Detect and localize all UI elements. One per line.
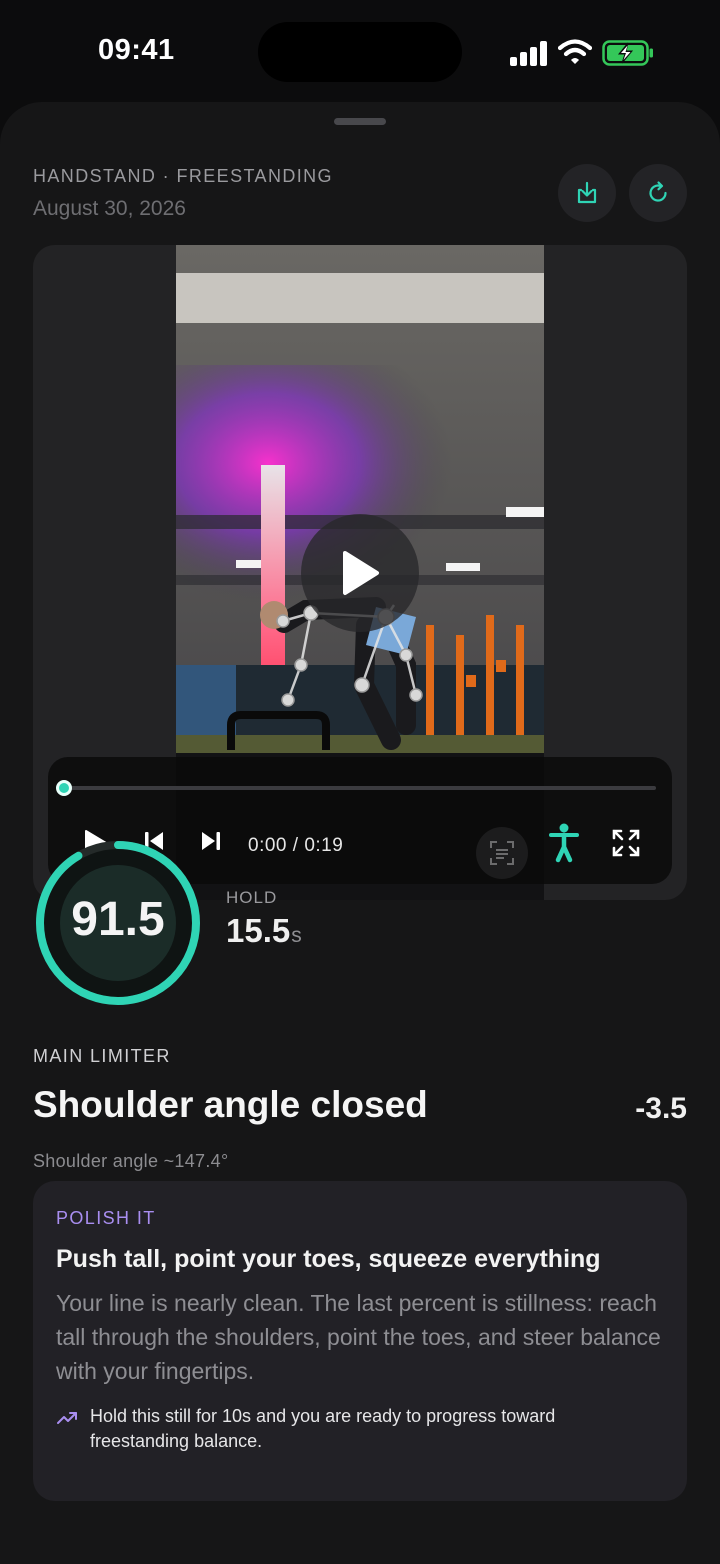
main-limiter-kicker: MAIN LIMITER: [33, 1046, 171, 1066]
score-value: 91.5: [71, 893, 165, 946]
coaching-body: Your line is nearly clean. The last perc…: [56, 1290, 661, 1384]
hold-label: HOLD: [226, 888, 278, 907]
status-bar: 09:41: [0, 0, 720, 100]
play-icon: [343, 551, 379, 595]
coaching-card: POLISH IT Push tall, point your toes, sq…: [33, 1181, 687, 1501]
battery-charging-icon: [602, 40, 653, 66]
fullscreen-icon: [612, 829, 640, 857]
time-readout: 0:00 / 0:19: [248, 835, 344, 856]
pose-overlay-icon: [549, 823, 579, 863]
play-overlay-button[interactable]: [301, 514, 419, 632]
refresh-button[interactable]: [629, 164, 687, 222]
session-kicker: HANDSTAND · FREESTANDING: [33, 166, 333, 186]
hold-unit: s: [291, 924, 302, 947]
cellular-signal-icon: [510, 40, 548, 66]
coaching-title: Push tall, point your toes, squeeze ever…: [56, 1245, 601, 1273]
main-limiter-title: Shoulder angle closed: [33, 1084, 428, 1125]
scan-icon: [490, 841, 514, 865]
scrub-handle[interactable]: [56, 780, 72, 796]
sheet-grabber[interactable]: [334, 118, 386, 125]
fullscreen-button[interactable]: [611, 828, 641, 858]
status-time: 09:41: [98, 34, 175, 66]
main-limiter-delta: -3.5: [635, 1092, 687, 1125]
session-date: August 30, 2026: [33, 197, 186, 220]
download-button[interactable]: [558, 164, 616, 222]
scan-button[interactable]: [476, 827, 528, 879]
skip-forward-icon: [202, 832, 220, 850]
progress-track[interactable]: [64, 786, 656, 790]
main-limiter-detail: Shoulder angle ~147.4°: [33, 1151, 229, 1171]
hold-number: 15.5: [226, 912, 291, 949]
refresh-icon: [649, 181, 667, 202]
dynamic-island: [258, 22, 462, 82]
video-player[interactable]: 0:00 / 0:19: [33, 245, 687, 900]
hold-value: 15.5s: [226, 912, 302, 950]
download-icon: [577, 181, 597, 204]
skip-forward-button[interactable]: [200, 829, 222, 853]
wifi-icon: [558, 39, 592, 64]
trend-up-icon: [57, 1412, 77, 1424]
coaching-tip: Hold this still for 10s and you are read…: [90, 1406, 556, 1451]
pose-overlay-toggle[interactable]: [548, 823, 580, 863]
coaching-kicker: POLISH IT: [56, 1208, 156, 1228]
